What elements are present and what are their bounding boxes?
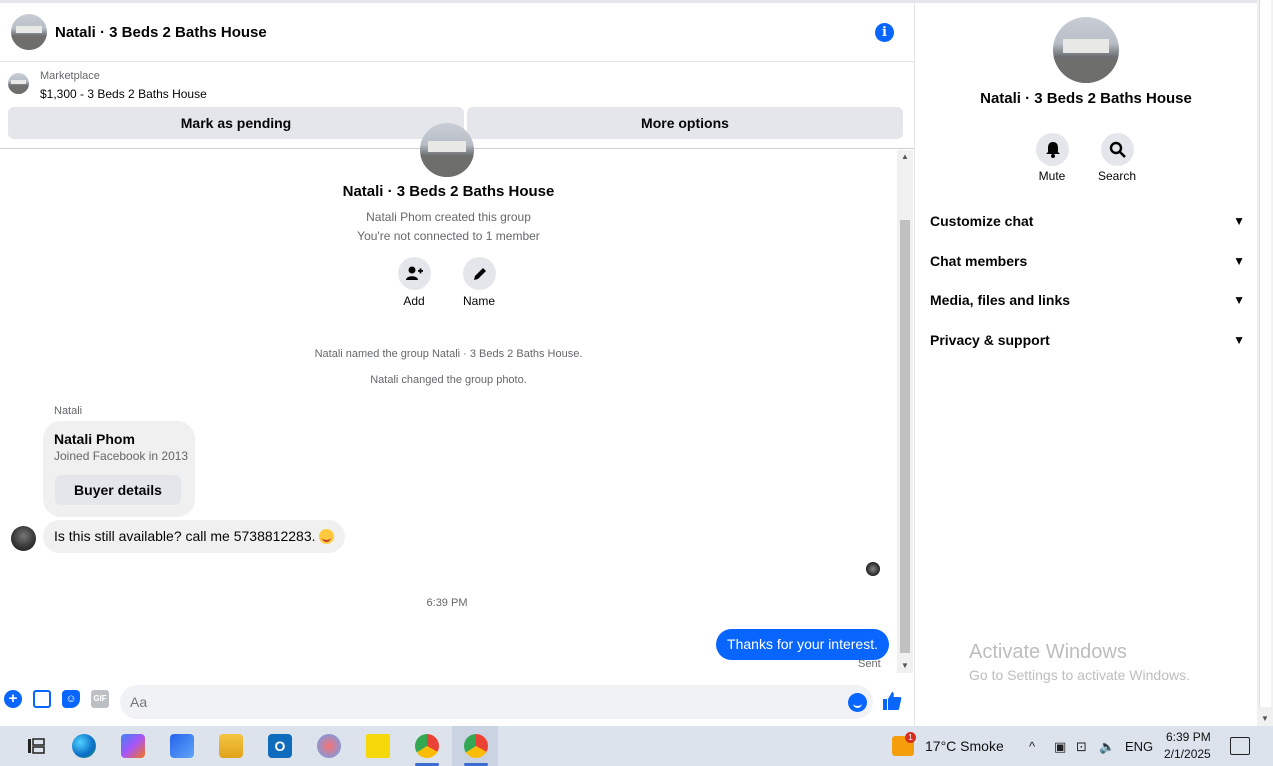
info-group-name: Natali · 3 Beds 2 Baths House [980,90,1192,107]
buyer-card: Natali Phom Joined Facebook in 2013 Buye… [43,421,195,517]
name-label: Name [462,294,495,308]
taskbar: O 1 17°C Smoke ^ ▣ ⊡ 🔈 ENG 6:39 PM 2/1/2… [0,726,1273,766]
add-label: Add [403,294,425,308]
thumbs-up-icon[interactable] [882,691,904,713]
file-explorer-icon[interactable] [219,734,243,758]
sent-status: Sent [858,658,881,670]
message-input[interactable] [120,685,873,719]
outlook-icon[interactable]: O [268,734,292,758]
screen: Natali · 3 Beds 2 Baths House i Marketpl… [0,0,1273,766]
listing-thumbnail[interactable] [8,73,29,94]
page-scrollbar[interactable]: ▼ [1257,0,1273,726]
weather-badge: 1 [905,732,916,743]
chevron-down-icon: ▼ [1233,293,1245,307]
info-icon[interactable]: i [875,23,894,42]
section-label: Privacy & support [930,332,1050,348]
info-panel: Natali · 3 Beds 2 Baths House Mute Searc… [914,3,1257,726]
incoming-message-text: Is this still available? call me 5738812… [54,528,316,544]
group-name: Natali · 3 Beds 2 Baths House [342,183,555,200]
buyer-name: Natali Phom [54,431,135,447]
language-indicator[interactable]: ENG [1125,739,1153,754]
search-label: Search [1097,169,1137,183]
section-customize-chat[interactable]: Customize chat ▼ [930,210,1245,232]
sticky-notes-icon[interactable] [366,734,390,758]
bell-icon [1046,142,1060,158]
mark-pending-button[interactable]: Mark as pending [8,107,464,139]
group-photo [420,123,474,177]
info-group-photo[interactable] [1053,17,1119,83]
group-avatar[interactable] [11,14,47,50]
chevron-up-icon[interactable]: ^ [1029,739,1035,754]
photo-icon[interactable] [33,690,51,708]
message-timestamp: 6:39 PM [426,597,468,609]
weather-icon[interactable]: 1 [892,732,916,756]
outgoing-message[interactable]: Thanks for your interest. [716,629,889,660]
pencil-icon [473,268,486,280]
notification-icon[interactable] [1230,737,1250,755]
chrome-profile-icon[interactable] [464,734,488,758]
sender-avatar[interactable] [11,526,36,551]
activate-windows-title: Activate Windows [969,641,1127,663]
chat-scrollbar[interactable]: ▲ ▼ [897,150,913,673]
smile-emoji-icon [318,529,334,544]
incoming-message[interactable]: Is this still available? call me 5738812… [43,520,345,553]
clock-time[interactable]: 6:39 PM [1166,730,1211,744]
chat-title[interactable]: Natali · 3 Beds 2 Baths House [55,24,267,41]
gif-icon[interactable]: GIF [91,690,109,708]
edge-browser-icon[interactable] [72,734,96,758]
mute-label: Mute [1038,169,1066,183]
system-message: Natali changed the group photo. [370,374,527,386]
network-icon[interactable]: ⊡ [1076,739,1087,755]
section-chat-members[interactable]: Chat members ▼ [930,250,1245,272]
mute-button[interactable] [1036,133,1069,166]
activate-windows-subtitle: Go to Settings to activate Windows. [969,667,1190,683]
search-icon [1109,141,1126,158]
store-icon[interactable] [170,734,194,758]
sender-name: Natali [54,405,83,417]
scroll-down-arrow-icon[interactable]: ▼ [897,661,913,671]
sticker-icon[interactable]: ☺ [62,690,80,708]
chevron-down-icon: ▼ [1233,214,1245,228]
clock-date[interactable]: 2/1/2025 [1164,747,1211,761]
composer: + ☺ GIF [0,680,914,724]
chrome-icon[interactable] [415,734,439,758]
task-view-icon[interactable] [24,734,48,758]
search-button[interactable] [1101,133,1134,166]
section-label: Customize chat [930,213,1034,229]
group-created-text: Natali Phom created this group [366,210,531,224]
app-icon[interactable] [317,734,341,758]
scroll-thumb[interactable] [900,220,910,653]
meet-now-icon[interactable]: ▣ [1054,739,1066,755]
page-scroll-thumb[interactable] [1259,0,1271,707]
name-group-button[interactable] [463,257,496,290]
volume-icon[interactable]: 🔈 [1099,739,1115,755]
add-person-icon [406,266,423,280]
plus-icon[interactable]: + [4,690,22,708]
scroll-up-arrow-icon[interactable]: ▲ [897,152,913,162]
chat-header: Natali · 3 Beds 2 Baths House i [0,3,914,62]
buyer-joined: Joined Facebook in 2013 [54,449,189,463]
copilot-icon[interactable] [121,734,145,758]
chevron-down-icon: ▼ [1233,333,1245,347]
add-member-button[interactable] [398,257,431,290]
chevron-down-icon: ▼ [1233,254,1245,268]
scroll-down-arrow-icon[interactable]: ▼ [1257,714,1273,723]
listing-title[interactable]: $1,300 - 3 Beds 2 Baths House [40,87,207,101]
section-media-files-links[interactable]: Media, files and links ▼ [930,289,1245,311]
emoji-icon[interactable] [848,693,867,712]
section-privacy-support[interactable]: Privacy & support ▼ [930,329,1245,351]
weather-text[interactable]: 17°C Smoke [925,738,1004,754]
more-options-button[interactable]: More options [467,107,903,139]
connection-text: You're not connected to 1 member [357,229,540,243]
section-label: Media, files and links [930,292,1071,308]
marketplace-label: Marketplace [40,70,100,82]
system-message: Natali named the group Natali · 3 Beds 2… [314,348,583,360]
seen-indicator-avatar [866,562,880,576]
chat-panel: Natali · 3 Beds 2 Baths House i Marketpl… [0,3,914,726]
section-label: Chat members [930,253,1028,269]
buyer-details-button[interactable]: Buyer details [55,475,181,505]
